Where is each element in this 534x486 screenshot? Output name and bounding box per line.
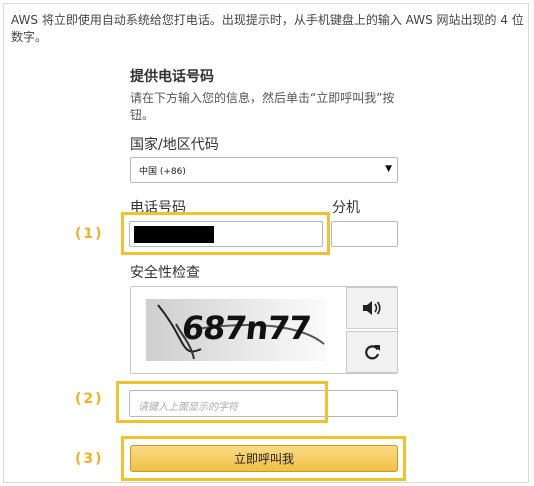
country-label: 国家/地区代码	[130, 137, 219, 153]
country-select[interactable]: 中国 (+86) ▼	[130, 157, 398, 183]
chevron-down-icon: ▼	[385, 164, 392, 174]
extension-label: 分机	[332, 200, 360, 216]
audio-captcha-button[interactable]	[346, 287, 398, 329]
captcha-image: 687n77	[146, 299, 326, 361]
captcha-box: 687n77	[130, 286, 398, 374]
intro-text: AWS 将立即使用自动系统给您打电话。出现提示时，从手机键盘上的输入 AWS 网…	[11, 13, 524, 44]
refresh-icon	[365, 345, 380, 360]
security-label: 安全性检查	[130, 265, 200, 281]
step1-label: (1)	[75, 226, 104, 242]
refresh-captcha-button[interactable]	[346, 331, 398, 373]
extension-input[interactable]	[331, 221, 398, 247]
speaker-icon	[363, 301, 381, 315]
step1-highlight	[121, 212, 330, 255]
step2-highlight	[116, 381, 328, 423]
form-subtitle: 请在下方输入您的信息，然后单击“立即呼叫我”按钮。	[130, 91, 395, 122]
captcha-text: 687n77	[180, 309, 313, 347]
country-select-value: 中国 (+86)	[139, 166, 186, 177]
form-title: 提供电话号码	[130, 69, 214, 85]
step3-highlight	[121, 436, 406, 481]
step2-label: (2)	[75, 391, 104, 407]
step3-label: (3)	[75, 451, 104, 467]
